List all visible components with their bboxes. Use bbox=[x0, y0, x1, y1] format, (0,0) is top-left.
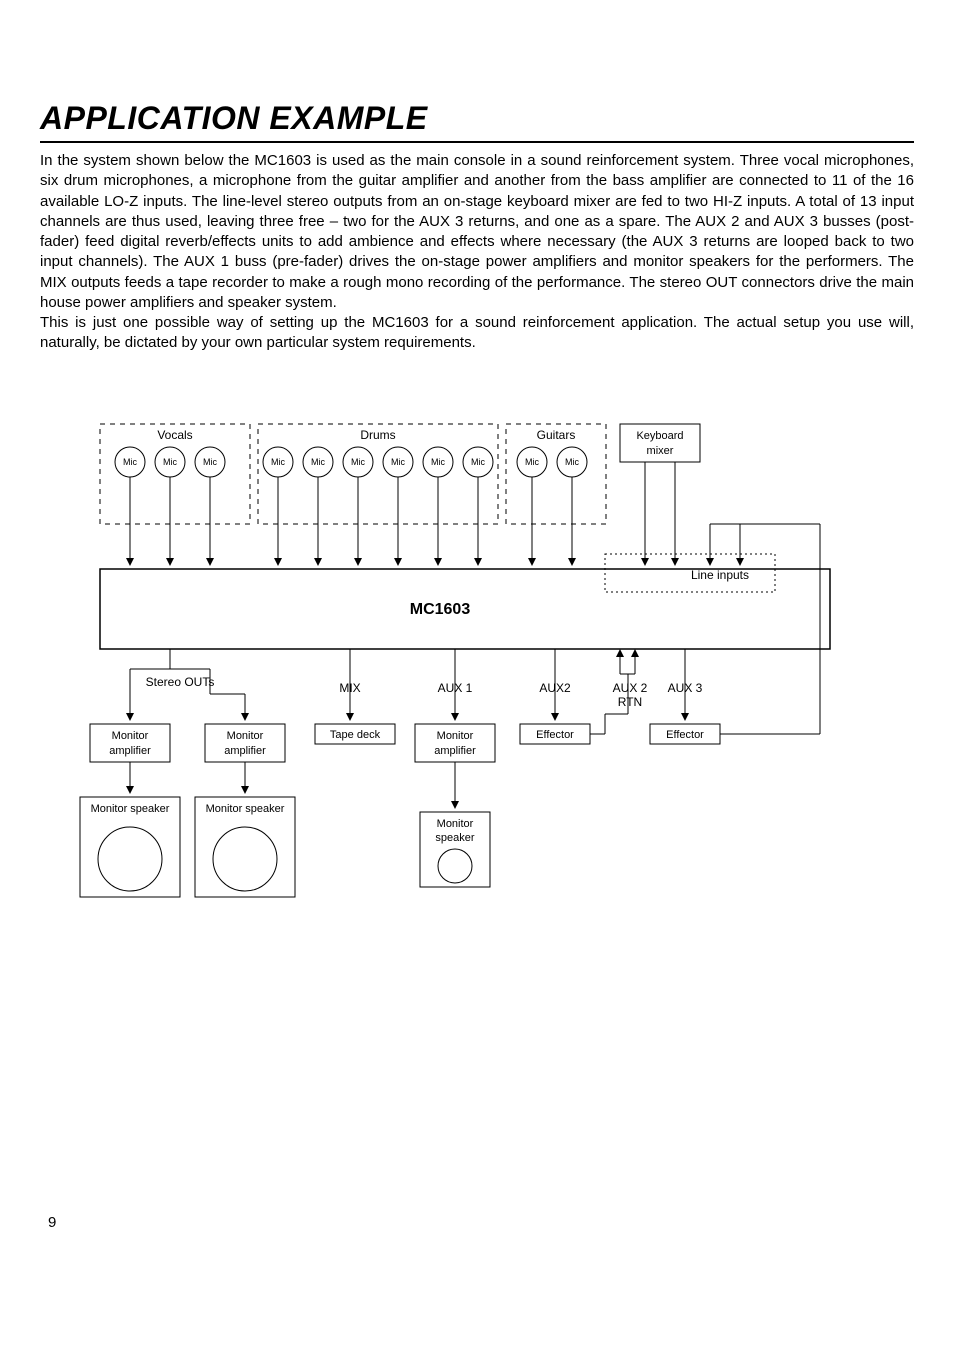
keyboard-label-2: mixer bbox=[647, 445, 674, 457]
svg-text:Mic: Mic bbox=[123, 457, 137, 467]
drums-mic-6: Mic bbox=[463, 447, 493, 477]
aux2-rtn-label-2: RTN bbox=[618, 695, 642, 709]
vocals-mic-3: Mic bbox=[195, 447, 225, 477]
body-text: In the system shown below the MC1603 is … bbox=[40, 151, 914, 354]
title-rule bbox=[40, 141, 914, 143]
vocals-label: Vocals bbox=[157, 428, 192, 442]
drums-mic-1: Mic bbox=[263, 447, 293, 477]
svg-text:Mic: Mic bbox=[311, 457, 325, 467]
aux2-label: AUX2 bbox=[539, 681, 571, 695]
keyboard-label-1: Keyboard bbox=[636, 430, 683, 442]
line-inputs-label: Line inputs bbox=[691, 568, 749, 582]
guitars-mic-2: Mic bbox=[557, 447, 587, 477]
aux1-label: AUX 1 bbox=[438, 681, 473, 695]
svg-text:Mic: Mic bbox=[163, 457, 177, 467]
mon-amp-1-l1: Monitor bbox=[112, 730, 149, 742]
svg-text:Mic: Mic bbox=[525, 457, 539, 467]
mon-amp-1-l2: amplifier bbox=[109, 745, 151, 757]
page-number: 9 bbox=[48, 1214, 56, 1231]
svg-text:Mic: Mic bbox=[565, 457, 579, 467]
svg-text:Mic: Mic bbox=[471, 457, 485, 467]
aux3-label: AUX 3 bbox=[668, 681, 703, 695]
vocals-mic-2: Mic bbox=[155, 447, 185, 477]
mon-spk-3-l1: Monitor bbox=[437, 818, 474, 830]
mon-spk-3-l2: speaker bbox=[435, 832, 474, 844]
drums-mic-4: Mic bbox=[383, 447, 413, 477]
drums-mic-2: Mic bbox=[303, 447, 333, 477]
drums-label: Drums bbox=[360, 428, 395, 442]
page-title: APPLICATION EXAMPLE bbox=[40, 100, 914, 137]
drums-mic-3: Mic bbox=[343, 447, 373, 477]
svg-text:Mic: Mic bbox=[391, 457, 405, 467]
mon-spk-2-label: Monitor speaker bbox=[206, 803, 285, 815]
mon-spk-1-label: Monitor speaker bbox=[91, 803, 170, 815]
mix-label: MIX bbox=[339, 681, 360, 695]
svg-text:Mic: Mic bbox=[203, 457, 217, 467]
mon-amp-2-l1: Monitor bbox=[227, 730, 264, 742]
drums-mic-5: Mic bbox=[423, 447, 453, 477]
mon-amp-3-l2: amplifier bbox=[434, 745, 476, 757]
svg-text:Mic: Mic bbox=[271, 457, 285, 467]
stereo-outs-label: Stereo OUTs bbox=[146, 675, 215, 689]
effector-2-label: Effector bbox=[666, 729, 704, 741]
console-name: MC1603 bbox=[410, 601, 471, 618]
svg-text:Mic: Mic bbox=[431, 457, 445, 467]
mon-amp-3-l1: Monitor bbox=[437, 730, 474, 742]
effector-1-label: Effector bbox=[536, 729, 574, 741]
tape-deck-label: Tape deck bbox=[330, 729, 381, 741]
aux2-rtn-label-1: AUX 2 bbox=[613, 681, 648, 695]
svg-text:Mic: Mic bbox=[351, 457, 365, 467]
vocals-mic-1: Mic bbox=[115, 447, 145, 477]
guitars-label: Guitars bbox=[537, 428, 576, 442]
guitars-mic-1: Mic bbox=[517, 447, 547, 477]
mon-amp-2-l2: amplifier bbox=[224, 745, 266, 757]
signal-flow-diagram: Vocals Mic Mic Mic Drums Mic Mic Mic Mic… bbox=[40, 414, 914, 939]
